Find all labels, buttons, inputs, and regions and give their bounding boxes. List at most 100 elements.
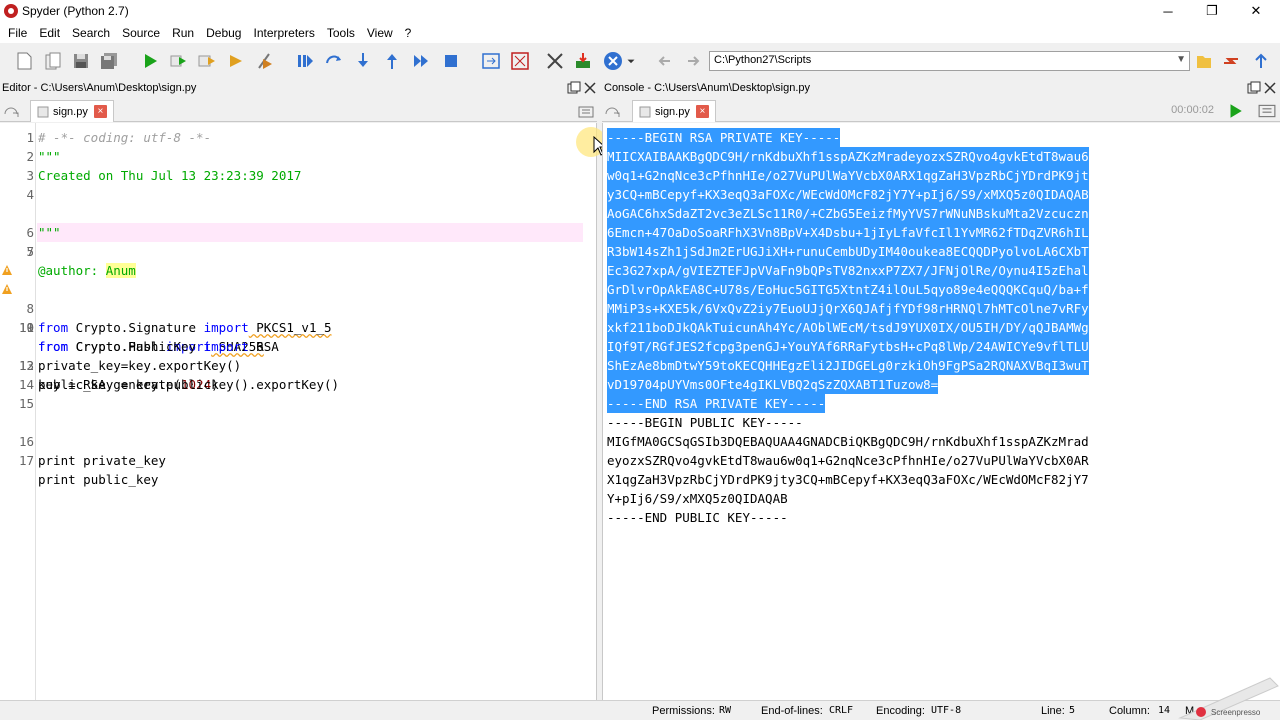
dropdown-arrow-icon[interactable] bbox=[624, 50, 638, 72]
editor-path-title: Editor - C:\Users\Anum\Desktop\sign.py bbox=[2, 82, 197, 94]
code-line: 7 bbox=[0, 242, 596, 261]
eol-label: End-of-lines: bbox=[761, 705, 823, 717]
warning-icon[interactable] bbox=[1, 264, 13, 276]
menu-source[interactable]: Source bbox=[116, 26, 166, 40]
output-line: -----END PUBLIC KEY----- bbox=[607, 510, 788, 525]
menu-search[interactable]: Search bbox=[66, 26, 116, 40]
console-path-title: Console - C:\Users\Anum\Desktop\sign.py bbox=[604, 82, 811, 94]
code-line: 1 # -*- coding: utf-8 -*- bbox=[0, 128, 596, 147]
back-arrow-icon[interactable] bbox=[654, 50, 676, 72]
preferences-icon[interactable] bbox=[544, 50, 566, 72]
browse-tabs-icon[interactable] bbox=[3, 102, 19, 118]
console-tab-sign-py[interactable]: sign.py × bbox=[632, 100, 716, 122]
code-line: 8 from Crypto.Signature import PKCS1_v1_… bbox=[0, 261, 596, 335]
working-directory-input[interactable]: C:\Python27\Scripts ▼ bbox=[709, 51, 1190, 71]
close-pane-icon[interactable] bbox=[582, 80, 598, 96]
run-icon[interactable] bbox=[139, 50, 161, 72]
step-into-icon[interactable] bbox=[352, 50, 374, 72]
code-line: 13 private_key=key.exportKey() bbox=[0, 356, 596, 375]
menu-run[interactable]: Run bbox=[166, 26, 200, 40]
code-line: 6 """ bbox=[0, 223, 596, 242]
close-pane-icon[interactable] bbox=[1262, 80, 1278, 96]
selected-output-line: ShEzAe8bmDtwY59toKECQHHEgzEli2JIDGELg0rz… bbox=[607, 356, 1089, 375]
code-text: Created on Thu Jul 13 23:23:39 2017 bbox=[38, 168, 302, 183]
line-value: 5 bbox=[1069, 705, 1076, 716]
run-cell-advance-icon[interactable] bbox=[225, 50, 247, 72]
console-tab-label: sign.py bbox=[655, 105, 690, 118]
menu-file[interactable]: File bbox=[2, 26, 33, 40]
line-number: 4 bbox=[26, 187, 34, 202]
step-return-icon[interactable] bbox=[381, 50, 403, 72]
close-window-button[interactable]: ✕ bbox=[1234, 0, 1278, 22]
selected-output-line: -----BEGIN RSA PRIVATE KEY----- bbox=[607, 128, 841, 147]
output-line: eyozxSZRQvo4gvkEtdT8wau6w0q1+G2nqNce3cPf… bbox=[607, 453, 1089, 468]
code-line: 16 print private_key bbox=[0, 413, 596, 468]
browse-tabs-icon[interactable] bbox=[604, 102, 620, 118]
continue-icon[interactable] bbox=[410, 50, 432, 72]
code-text: public_key = key.publickey().exportKey() bbox=[38, 377, 340, 392]
menu-view[interactable]: View bbox=[361, 26, 399, 40]
editor-options-icon[interactable] bbox=[578, 104, 594, 120]
menu-interpreters[interactable]: Interpreters bbox=[247, 26, 320, 40]
code-line: 15 bbox=[0, 394, 596, 413]
maximize-pane-icon[interactable] bbox=[480, 50, 502, 72]
line-number: 15 bbox=[18, 396, 34, 411]
code-line: 11 bbox=[0, 318, 596, 337]
undock-icon[interactable] bbox=[1246, 80, 1262, 96]
console-output[interactable]: -----BEGIN RSA PRIVATE KEY----- MIICXAIB… bbox=[602, 123, 1280, 700]
python-console-icon[interactable] bbox=[602, 50, 624, 72]
run-cell-icon[interactable] bbox=[196, 50, 218, 72]
code-segment: public_key bbox=[75, 472, 159, 487]
code-line: 10 from Crypto.PublicKey import RSA bbox=[0, 299, 596, 354]
code-line-current: 5 @author: Anum bbox=[0, 204, 596, 278]
forward-arrow-icon[interactable] bbox=[682, 50, 704, 72]
run-selection-icon[interactable] bbox=[254, 50, 276, 72]
menu-edit[interactable]: Edit bbox=[33, 26, 66, 40]
fullscreen-icon[interactable] bbox=[509, 50, 531, 72]
undock-icon[interactable] bbox=[566, 80, 582, 96]
menu-tools[interactable]: Tools bbox=[321, 26, 361, 40]
code-line: 3 Created on Thu Jul 13 23:23:39 2017 bbox=[0, 166, 596, 185]
console-options-icon[interactable] bbox=[1258, 102, 1276, 120]
browse-folder-icon[interactable] bbox=[1193, 50, 1215, 72]
save-file-icon[interactable] bbox=[70, 50, 92, 72]
step-icon[interactable] bbox=[323, 50, 345, 72]
pythonpath-manager-icon[interactable] bbox=[572, 50, 594, 72]
watermark-text: Screenpresso bbox=[1211, 708, 1261, 717]
menu-help[interactable]: ? bbox=[399, 26, 418, 40]
code-line: 9 from Crypto.Hash import SHA256 bbox=[0, 280, 596, 354]
save-all-icon[interactable] bbox=[98, 50, 120, 72]
encoding-label: Encoding: bbox=[876, 705, 925, 717]
chevron-down-icon[interactable]: ▼ bbox=[1176, 54, 1186, 65]
run-file-icon[interactable] bbox=[167, 50, 189, 72]
close-tab-icon[interactable]: × bbox=[93, 105, 107, 118]
close-tab-icon[interactable]: × bbox=[695, 105, 709, 118]
code-line: 2 """ bbox=[0, 147, 596, 166]
editor-tab-sign-py[interactable]: sign.py × bbox=[30, 100, 114, 122]
warning-icon[interactable] bbox=[1, 283, 13, 295]
line-number: 1 bbox=[26, 130, 34, 145]
new-file-icon[interactable] bbox=[13, 50, 35, 72]
stop-debug-icon[interactable] bbox=[440, 50, 462, 72]
output-line: MIGfMA0GCSqGSIb3DQEBAQUAA4GNADCBiQKBgQDC… bbox=[607, 434, 1089, 449]
restore-button[interactable]: ❐ bbox=[1190, 0, 1234, 22]
encoding-value: UTF-8 bbox=[931, 705, 962, 716]
menu-bar: File Edit Search Source Run Debug Interp… bbox=[0, 22, 1280, 43]
status-bar: Permissions: RW End-of-lines: CRLF Encod… bbox=[0, 700, 1280, 720]
open-file-icon[interactable] bbox=[42, 50, 64, 72]
selected-output-line: w0q1+G2nqNce3cPfhnHIe/o27VuPUlWaYVcbX0AR… bbox=[607, 166, 1089, 185]
run-again-icon[interactable] bbox=[1226, 102, 1244, 120]
parent-directory-icon[interactable] bbox=[1250, 50, 1272, 72]
selected-output-line: Ec3G27xpA/gVIEZTEFJpVVaFn9bQPsTV82nxxP7Z… bbox=[607, 261, 1089, 280]
minimize-button[interactable]: ─ bbox=[1146, 0, 1190, 22]
menu-debug[interactable]: Debug bbox=[200, 26, 247, 40]
code-text: """ bbox=[38, 225, 61, 240]
permissions-value: RW bbox=[719, 705, 732, 716]
code-editor[interactable]: 1 # -*- coding: utf-8 -*- 2 """ 3 Created o… bbox=[0, 123, 597, 700]
debug-icon[interactable] bbox=[294, 50, 316, 72]
change-directory-icon[interactable] bbox=[1220, 50, 1242, 72]
code-line: 14 public_key = key.publickey().exportKey… bbox=[0, 375, 596, 394]
output-line: -----BEGIN PUBLIC KEY----- bbox=[607, 415, 803, 430]
code-text: # -*- coding: utf-8 -*- bbox=[38, 130, 212, 145]
line-number: 2 bbox=[26, 149, 34, 164]
